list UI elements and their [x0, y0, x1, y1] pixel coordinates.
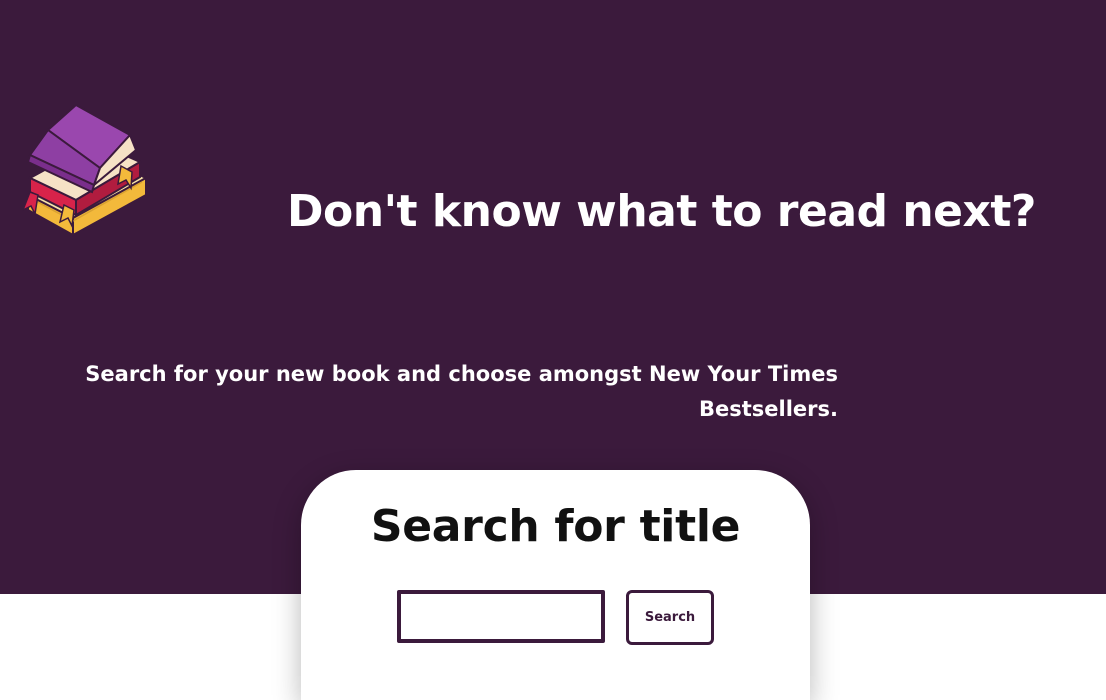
search-input[interactable]	[397, 590, 605, 643]
search-card-title: Search for title	[370, 501, 741, 552]
page-title: Don't know what to read next?	[287, 186, 1036, 237]
hero-subtitle: Search for your new book and choose amon…	[85, 362, 838, 421]
search-button[interactable]: Search	[626, 590, 714, 645]
search-card: Search for title Search	[301, 470, 810, 700]
